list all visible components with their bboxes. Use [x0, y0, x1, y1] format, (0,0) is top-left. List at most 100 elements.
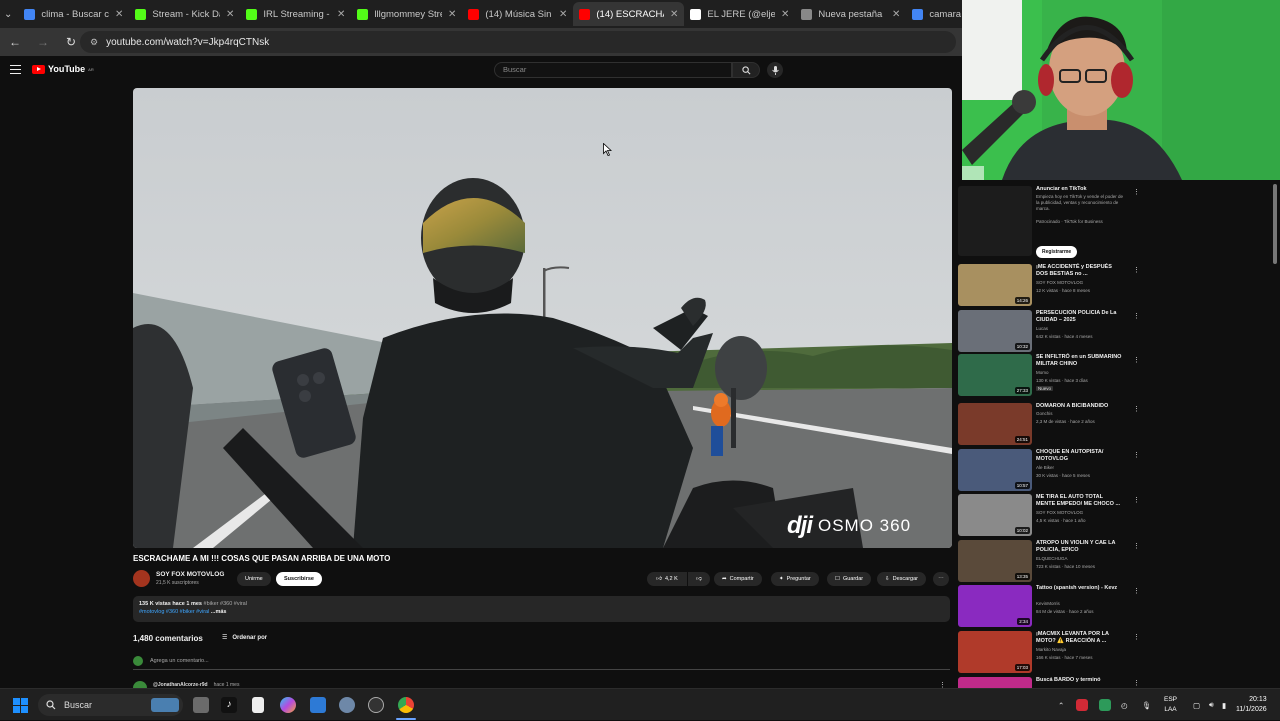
description-more-link[interactable]: ...más — [211, 609, 227, 615]
search-input[interactable]: Buscar — [494, 62, 732, 78]
video-thumbnail[interactable]: 10:02 — [958, 494, 1032, 536]
ask-button[interactable]: ✦ Preguntar — [771, 572, 819, 586]
add-comment-input[interactable]: Agrega un comentario... — [150, 658, 209, 664]
video-thumbnail[interactable]: 17:03 — [958, 631, 1032, 673]
dislike-button[interactable]: 👎︎ — [688, 572, 710, 586]
related-scrollbar[interactable] — [1272, 180, 1278, 688]
site-info-icon[interactable]: ⚙ — [90, 37, 98, 48]
video-thumbnail[interactable]: 14:26 — [958, 264, 1032, 306]
video-thumbnail[interactable]: 10:57 — [958, 449, 1032, 491]
video-menu-icon[interactable]: ⋮ — [1133, 312, 1140, 320]
task-view-icon[interactable] — [193, 697, 209, 713]
windows-start-icon[interactable] — [13, 698, 28, 713]
chrome-icon[interactable] — [398, 697, 414, 713]
back-arrow-icon[interactable]: ← — [8, 35, 22, 49]
more-actions-button[interactable]: ⋯ — [933, 572, 949, 586]
file-icon[interactable] — [252, 697, 264, 713]
browser-tab[interactable]: (14) Música Sin C ✕ — [462, 2, 573, 26]
video-description[interactable]: 135 K vistas hace 1 mes #biker #360 #vir… — [133, 596, 950, 622]
related-channel[interactable]: KevinMorris — [1036, 601, 1060, 607]
system-clock[interactable]: 20:13 11/1/2026 — [1236, 695, 1267, 715]
obs-icon[interactable] — [368, 697, 384, 713]
related-title[interactable]: ATROPO UN VIOLIN Y CAE LA POLICIA, EPICO — [1036, 540, 1122, 554]
show-hidden-icons-chevron[interactable]: ⌃ — [1058, 689, 1064, 721]
video-player[interactable]: dji OSMO 360 — [133, 88, 952, 548]
video-thumbnail[interactable]: 27:33 — [958, 354, 1032, 396]
store-icon[interactable] — [310, 697, 326, 713]
related-channel[interactable]: ELQUECHUGA — [1036, 556, 1068, 562]
youtube-logo[interactable]: YouTube AR — [32, 64, 94, 74]
browser-tab[interactable]: clima - Buscar con ✕ — [18, 2, 129, 26]
close-tab-icon[interactable]: ✕ — [448, 9, 456, 20]
browser-tab[interactable]: EL JERE (@eljere ✕ — [684, 2, 795, 26]
tray-app-icon[interactable] — [1076, 699, 1088, 711]
video-thumbnail[interactable]: 24:51 — [958, 403, 1032, 445]
close-tab-icon[interactable]: ✕ — [559, 9, 567, 20]
video-menu-icon[interactable]: ⋮ — [1133, 188, 1140, 196]
taskbar-search[interactable]: Buscar — [38, 694, 183, 716]
menu-hamburger-icon[interactable] — [10, 65, 21, 74]
related-title[interactable]: Tattoo (spanish version) - Kevz — [1036, 585, 1122, 592]
subscribe-button[interactable]: Suscribirse — [276, 572, 322, 586]
video-menu-icon[interactable]: ⋮ — [1133, 542, 1140, 550]
display-icon[interactable]: ▢ — [1193, 689, 1200, 721]
video-thumbnail[interactable]: 10:32 — [958, 310, 1032, 352]
related-title[interactable]: CHOQUE EN AUTOPISTA/ MOTOVLOG — [1036, 449, 1122, 463]
join-button[interactable]: Unirme — [237, 572, 271, 586]
video-menu-icon[interactable]: ⋮ — [1133, 266, 1140, 274]
related-title[interactable]: DOMARON A BICIBANDIDO — [1036, 403, 1122, 410]
language-indicator[interactable]: ESP LAA — [1164, 695, 1177, 715]
video-menu-icon[interactable]: ⋮ — [1133, 356, 1140, 364]
close-tab-icon[interactable]: ✕ — [781, 9, 789, 20]
video-thumbnail[interactable] — [958, 677, 1032, 688]
related-title[interactable]: Buscá BARDO y terminó — [1036, 677, 1122, 684]
voice-search-button[interactable] — [767, 62, 783, 78]
browser-tab[interactable]: (14) ESCRACHAM ✕ — [573, 2, 685, 26]
ad-cta-button[interactable]: Registrarme — [1036, 246, 1078, 258]
like-button[interactable]: 👍︎ 4,2 K — [647, 572, 687, 586]
settings-gear-icon[interactable] — [339, 697, 355, 713]
battery-icon[interactable]: ▮ — [1222, 689, 1226, 721]
volume-icon[interactable]: 🔊︎ — [1209, 689, 1214, 721]
video-menu-icon[interactable]: ⋮ — [1133, 587, 1140, 595]
tiktok-app-icon[interactable]: ♪ — [221, 697, 237, 713]
channel-avatar[interactable] — [133, 570, 150, 587]
browser-tab[interactable]: Stream - Kick Das ✕ — [129, 2, 240, 26]
tab-search-chevron-icon[interactable]: ⌄ — [4, 5, 12, 23]
close-tab-icon[interactable]: ✕ — [115, 9, 123, 20]
security-shield-icon[interactable] — [1099, 699, 1111, 711]
microphone-tray-icon[interactable]: 🎙︎ — [1142, 689, 1152, 721]
copilot-icon[interactable] — [280, 697, 296, 713]
related-title[interactable]: ¡ME ACCIDENTÉ y DESPUÉS DOS BESTIAS no .… — [1036, 264, 1122, 278]
add-comment-row[interactable]: Agrega un comentario... — [133, 656, 950, 670]
browser-tab[interactable]: Nueva pestaña ✕ — [795, 2, 906, 26]
video-menu-icon[interactable]: ⋮ — [1133, 451, 1140, 459]
related-channel[interactable]: Gonchis — [1036, 411, 1053, 417]
address-bar[interactable]: ⚙ youtube.com/watch?v=Jkp4rqCTNsk — [80, 31, 956, 53]
scrollbar-thumb[interactable] — [1273, 184, 1277, 264]
video-menu-icon[interactable]: ⋮ — [1133, 496, 1140, 504]
search-button[interactable] — [732, 62, 760, 78]
video-thumbnail[interactable]: 2:34 — [958, 585, 1032, 627]
related-channel[interactable]: Lucas — [1036, 326, 1048, 332]
channel-name[interactable]: SOY FOX MOTOVLOG — [156, 571, 224, 578]
related-channel[interactable]: Markito Navaja — [1036, 647, 1066, 653]
close-tab-icon[interactable]: ✕ — [226, 9, 234, 20]
reload-icon[interactable]: ↻ — [64, 35, 78, 49]
video-menu-icon[interactable]: ⋮ — [1133, 679, 1140, 687]
video-menu-icon[interactable]: ⋮ — [1133, 633, 1140, 641]
related-title[interactable]: ¡MACMIX LEVANTA POR LA MOTO? ⚠️ REACCIÓN… — [1036, 631, 1122, 645]
browser-tab[interactable]: lllgmommey Stre ✕ — [351, 2, 462, 26]
browser-tab[interactable]: IRL Streaming - Li ✕ — [240, 2, 351, 26]
video-thumbnail[interactable]: 13:35 — [958, 540, 1032, 582]
share-button[interactable]: ➦ Compartir — [714, 572, 762, 586]
related-channel[interactable]: SOY FOX MOTOVLOG — [1036, 280, 1083, 286]
related-title[interactable]: PERSECUCION POLICIA De La CIUDAD – 2025 — [1036, 310, 1122, 324]
description-hashtags[interactable]: #motovlog #360 #biker #viral — [139, 609, 209, 615]
video-menu-icon[interactable]: ⋮ — [1133, 405, 1140, 413]
related-title[interactable]: ME TIRA EL AUTO TOTAL MENTE EMPEDO/ ME C… — [1036, 494, 1122, 508]
related-title[interactable]: SE INFILTRÓ en un SUBMARINO MILITAR CHIN… — [1036, 354, 1122, 368]
related-title[interactable]: Anunciar en TikTok — [1036, 186, 1122, 193]
forward-arrow-icon[interactable]: → — [36, 35, 50, 49]
related-channel[interactable]: Ale Biker — [1036, 465, 1054, 471]
